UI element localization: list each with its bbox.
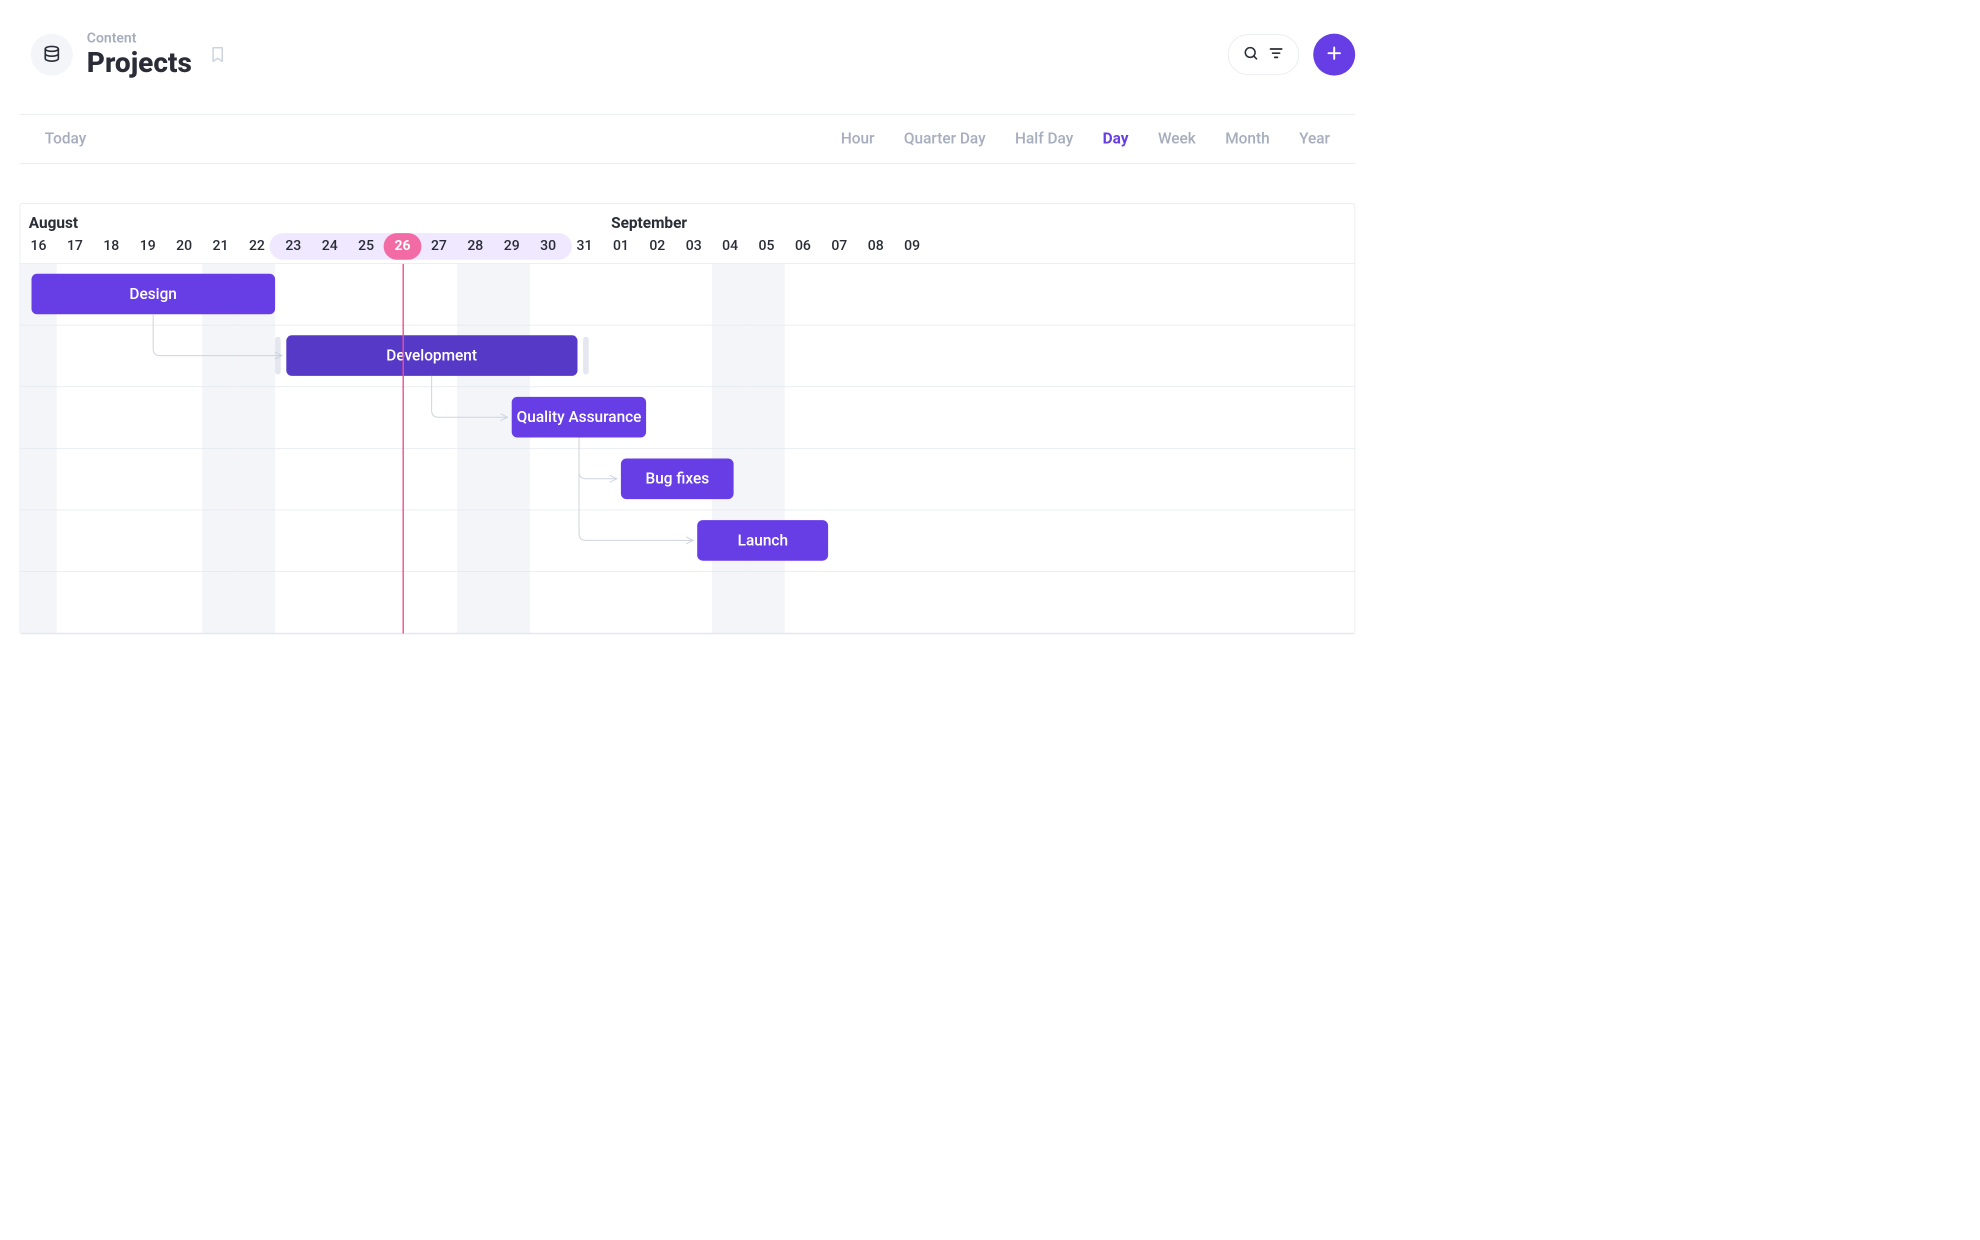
gantt-row: Bug fixes bbox=[20, 449, 1354, 511]
gantt-row: Design bbox=[20, 264, 1354, 326]
search-filter-button[interactable] bbox=[1228, 34, 1299, 75]
plus-icon bbox=[1324, 43, 1344, 65]
day-label[interactable]: 28 bbox=[457, 237, 493, 254]
month-label: September bbox=[611, 215, 687, 233]
scale-selector: Today Hour Quarter Day Half Day Day Week Mont… bbox=[20, 114, 1356, 164]
day-label[interactable]: 31 bbox=[566, 237, 602, 254]
scale-hour[interactable]: Hour bbox=[841, 130, 875, 148]
day-label[interactable]: 22 bbox=[239, 237, 275, 254]
day-label[interactable]: 09 bbox=[894, 237, 930, 254]
day-label[interactable]: 30 bbox=[530, 237, 566, 254]
task-bar-quality-assurance[interactable]: Quality Assurance bbox=[512, 397, 647, 438]
day-label[interactable]: 16 bbox=[20, 237, 56, 254]
scale-day[interactable]: Day bbox=[1103, 130, 1129, 148]
database-icon bbox=[31, 33, 73, 75]
day-label[interactable]: 17 bbox=[57, 237, 93, 254]
gantt-rows: Design Development Quality Assurance Bug fi… bbox=[20, 264, 1354, 634]
task-bar-development[interactable]: Development bbox=[286, 335, 577, 376]
day-label[interactable]: 03 bbox=[676, 237, 712, 254]
task-bar-launch[interactable]: Launch bbox=[697, 520, 828, 561]
day-label[interactable]: 05 bbox=[748, 237, 784, 254]
add-button[interactable] bbox=[1313, 33, 1355, 75]
task-bar-bug-fixes[interactable]: Bug fixes bbox=[621, 459, 734, 500]
scale-year[interactable]: Year bbox=[1299, 130, 1330, 148]
page-title: Projects bbox=[87, 48, 192, 77]
day-label[interactable]: 02 bbox=[639, 237, 675, 254]
page-header: Content Projects bbox=[20, 31, 1356, 78]
day-label[interactable]: 21 bbox=[202, 237, 238, 254]
day-label[interactable]: 20 bbox=[166, 237, 202, 254]
day-label[interactable]: 23 bbox=[275, 237, 311, 254]
task-bar-design[interactable]: Design bbox=[31, 274, 275, 315]
gantt-chart: AugustSeptember 161718192021222324252627… bbox=[20, 203, 1356, 634]
filter-icon bbox=[1268, 44, 1285, 64]
day-label[interactable]: 26 bbox=[384, 237, 420, 254]
day-label[interactable]: 01 bbox=[603, 237, 639, 254]
scale-week[interactable]: Week bbox=[1158, 130, 1196, 148]
day-label[interactable]: 29 bbox=[494, 237, 530, 254]
today-button[interactable]: Today bbox=[45, 130, 86, 148]
day-label[interactable]: 18 bbox=[93, 237, 129, 254]
day-label[interactable]: 19 bbox=[130, 237, 166, 254]
day-axis: 1617181920212223242526272829303101020304… bbox=[20, 237, 1354, 264]
search-icon bbox=[1243, 44, 1260, 64]
day-label[interactable]: 08 bbox=[858, 237, 894, 254]
day-label[interactable]: 06 bbox=[785, 237, 821, 254]
month-labels: AugustSeptember bbox=[20, 204, 1354, 237]
month-label: August bbox=[29, 215, 611, 233]
gantt-row: Quality Assurance bbox=[20, 387, 1354, 449]
gantt-row: Launch bbox=[20, 510, 1354, 572]
day-label[interactable]: 04 bbox=[712, 237, 748, 254]
day-label[interactable]: 27 bbox=[421, 237, 457, 254]
gantt-row: Development bbox=[20, 326, 1354, 388]
scale-month[interactable]: Month bbox=[1225, 130, 1269, 148]
scale-half-day[interactable]: Half Day bbox=[1015, 130, 1073, 148]
resize-handle-right[interactable] bbox=[583, 337, 589, 375]
day-label[interactable]: 24 bbox=[312, 237, 348, 254]
day-label[interactable]: 07 bbox=[821, 237, 857, 254]
resize-handle-left[interactable] bbox=[275, 337, 281, 375]
bookmark-icon[interactable] bbox=[209, 45, 227, 63]
breadcrumb[interactable]: Content bbox=[87, 31, 192, 46]
scale-quarter-day[interactable]: Quarter Day bbox=[904, 130, 986, 148]
day-label[interactable]: 25 bbox=[348, 237, 384, 254]
